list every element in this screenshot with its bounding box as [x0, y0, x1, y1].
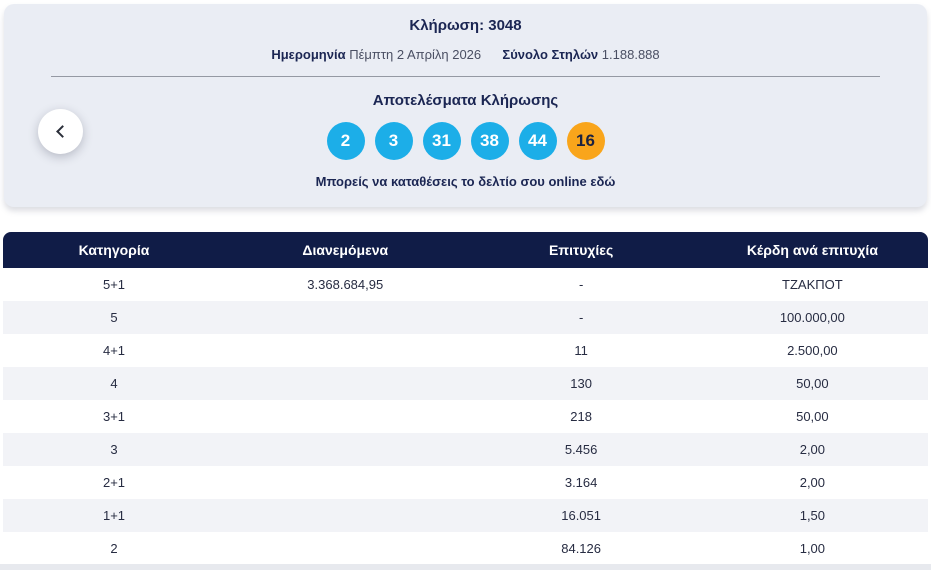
table-row: 2+1 3.164 2,00: [3, 466, 928, 499]
cell-distributed: 3.368.684,95: [307, 277, 384, 292]
cell-category: 3+1: [102, 409, 126, 424]
drawn-numbers: 2 3 31 38 44 16: [4, 122, 927, 160]
cell-category: 4: [110, 376, 118, 391]
draw-title: Κλήρωση: 3048: [409, 17, 522, 34]
cell-category: 2+1: [102, 475, 126, 490]
date-value: Πέμπτη 2 Απρίλη 2026: [349, 47, 482, 62]
number-ball: 44: [518, 122, 557, 160]
number-ball: 3: [374, 122, 413, 160]
cell-category: 5: [110, 310, 118, 325]
columns-label: Σύνολο Στηλών: [502, 47, 599, 62]
draw-meta: Ημερομηνία Πέμπτη 2 Απρίλη 2026 Σύνολο Σ…: [4, 47, 927, 62]
cell-winners: 11: [574, 343, 588, 358]
column-header-distributed: Διανεμόμενα: [302, 242, 389, 258]
column-header-category: Κατηγορία: [78, 242, 150, 258]
cell-winners: 5.456: [564, 442, 598, 457]
table-row: 5 - 100.000,00: [3, 301, 928, 334]
columns-value: 1.188.888: [601, 47, 660, 62]
cell-winners: -: [578, 310, 584, 325]
table-row: 3 5.456 2,00: [3, 433, 928, 466]
deposit-online-link[interactable]: Μπορείς να καταθέσεις το δελτίο σου onli…: [4, 174, 927, 189]
cell-category: 4+1: [102, 343, 126, 358]
number-ball: 2: [326, 122, 365, 160]
draw-summary-card: Κλήρωση: 3048 Ημερομηνία Πέμπτη 2 Απρίλη…: [4, 4, 927, 207]
joker-ball: 16: [566, 122, 605, 160]
cell-winners: 130: [570, 376, 592, 391]
table-row: 3+1 218 50,00: [3, 400, 928, 433]
chevron-left-icon: [55, 125, 69, 138]
table-row: 4 130 50,00: [3, 367, 928, 400]
cell-prize: 1,50: [799, 508, 826, 523]
cell-prize: 2,00: [799, 475, 826, 490]
cell-category: 1+1: [102, 508, 126, 523]
cell-winners: 16.051: [561, 508, 601, 523]
table-header-row: Κατηγορία Διανεμόμενα Επιτυχίες Κέρδη αν…: [3, 232, 928, 268]
number-ball: 31: [422, 122, 461, 160]
cell-winners: 218: [570, 409, 592, 424]
lottery-results-page: Κλήρωση: 3048 Ημερομηνία Πέμπτη 2 Απρίλη…: [0, 0, 931, 570]
table-row: 4+1 11 2.500,00: [3, 334, 928, 367]
cell-prize: 1,00: [799, 541, 826, 556]
cell-category: 2: [110, 541, 118, 556]
cell-prize: 50,00: [796, 409, 829, 424]
cell-category: 5+1: [102, 277, 126, 292]
cell-prize: 50,00: [796, 376, 829, 391]
column-header-winners: Επιτυχίες: [549, 242, 614, 258]
date-label: Ημερομηνία: [271, 47, 346, 62]
results-title: Αποτελέσματα Κλήρωσης: [372, 92, 559, 109]
cell-prize: 2.500,00: [787, 343, 838, 358]
cell-prize: ΤΖΑΚΠΟΤ: [782, 277, 843, 292]
card-divider: [51, 76, 880, 77]
payout-table: Κατηγορία Διανεμόμενα Επιτυχίες Κέρδη αν…: [3, 232, 928, 565]
page-bottom-strip: [0, 564, 931, 570]
table-row: 2 84.126 1,00: [3, 532, 928, 565]
table-row: 1+1 16.051 1,50: [3, 499, 928, 532]
previous-draw-button[interactable]: [38, 109, 83, 154]
cell-winners: 3.164: [564, 475, 598, 490]
cell-prize: 2,00: [799, 442, 826, 457]
column-header-prize: Κέρδη ανά επιτυχία: [746, 242, 878, 258]
number-ball: 38: [470, 122, 509, 160]
table-row: 5+1 3.368.684,95 - ΤΖΑΚΠΟΤ: [3, 268, 928, 301]
cell-prize: 100.000,00: [779, 310, 845, 325]
cell-category: 3: [110, 442, 118, 457]
cell-winners: 84.126: [561, 541, 601, 556]
cell-winners: -: [578, 277, 584, 292]
